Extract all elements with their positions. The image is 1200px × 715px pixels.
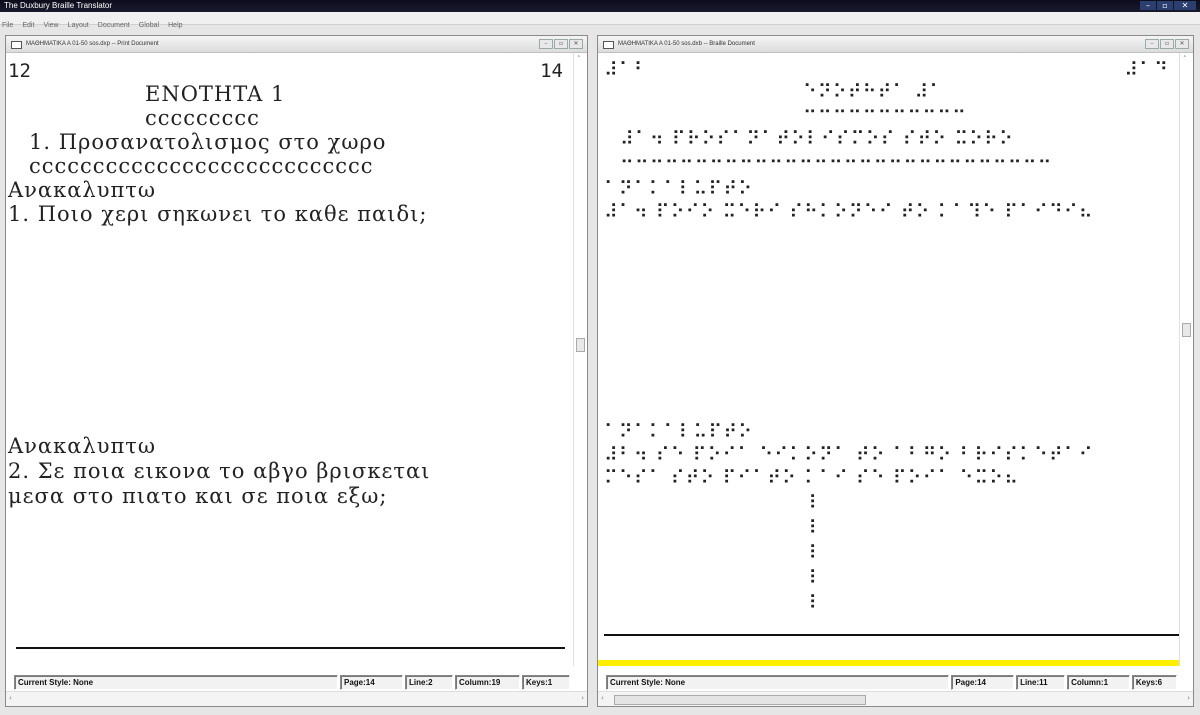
minimize-button[interactable]: – bbox=[1140, 1, 1156, 10]
scroll-up-arrow-icon[interactable]: ˄ bbox=[577, 55, 581, 63]
menu-view[interactable]: View bbox=[44, 22, 59, 29]
document-icon bbox=[11, 41, 22, 49]
menu-edit[interactable]: Edit bbox=[22, 22, 34, 29]
print-line-question-2b: μεσα στο πιατο και σε ποια εξω; bbox=[8, 484, 388, 508]
braille-document-controls: – ▫ ✕ bbox=[1145, 39, 1189, 49]
cursor-highlight-bar bbox=[598, 660, 1179, 666]
braille-line-heading-underline: ⠒⠒⠒⠒⠒⠒⠒⠒⠒⠒⠒ bbox=[803, 102, 968, 124]
menu-document[interactable]: Document bbox=[98, 22, 130, 29]
close-button[interactable]: ✕ bbox=[1174, 1, 1196, 10]
print-text-area[interactable]: 12 14 ENOTHTA 1 ccccccccc 1. Προσανατολι… bbox=[6, 53, 573, 666]
braille-page-number-left: ⠼⠁⠃ bbox=[604, 59, 649, 81]
braille-text-area[interactable]: ⠼⠁⠃ ⠼⠁⠙ ⠑⠝⠕⠞⠓⠞⠁ ⠼⠁ ⠒⠒⠒⠒⠒⠒⠒⠒⠒⠒⠒ ⠼⠁⠲ ⠏⠗⠕⠎⠁… bbox=[598, 53, 1179, 666]
print-document-title-bar[interactable]: MAΘHMATIKA A 01-50 sos.dxp -- Print Docu… bbox=[6, 36, 587, 53]
braille-document-window: MAΘHMATIKA A 01-50 sos.dxb -- Braille Do… bbox=[597, 35, 1194, 707]
braille-line-subheading-1: ⠁⠝⠁⠅⠁⠇⠥⠏⠞⠕ bbox=[604, 178, 754, 200]
braille-page-number-right: ⠼⠁⠙ bbox=[1124, 59, 1169, 81]
braille-line-section-underline: ⠒⠒⠒⠒⠒⠒⠒⠒⠒⠒⠒⠒⠒⠒⠒⠒⠒⠒⠒⠒⠒⠒⠒⠒⠒⠒⠒⠒⠒ bbox=[620, 152, 1053, 174]
scroll-thumb[interactable] bbox=[576, 338, 585, 352]
app-title-bar: The Duxbury Braille Translator – ▫ ✕ bbox=[0, 0, 1200, 12]
doc-minimize-button[interactable]: – bbox=[539, 39, 553, 49]
print-status-bar: Current Style: None Page:14 Line:2 Colum… bbox=[14, 674, 571, 690]
braille-document-title: MAΘHMATIKA A 01-50 sos.dxb -- Braille Do… bbox=[618, 41, 755, 47]
menu-bar: File Edit View Layout Document Global He… bbox=[0, 12, 1200, 29]
print-line-section-underline: ccccccccccccccccccccccccccc bbox=[29, 154, 374, 178]
braille-status-bar: Current Style: None Page:14 Line:11 Colu… bbox=[606, 674, 1178, 690]
print-line-subheading-2: Ανακαλυπτω bbox=[8, 434, 157, 458]
print-page-number-left: 12 bbox=[8, 60, 31, 82]
doc-restore-button[interactable]: ▫ bbox=[554, 39, 568, 49]
braille-line-question-2b: ⠍⠑⠎⠁ ⠎⠞⠕ ⠏⠊⠁⠞⠕ ⠅⠁⠊ ⠎⠑ ⠏⠕⠊⠁ ⠑⠭⠕⠦ bbox=[604, 467, 1020, 489]
status-page: Page:14 bbox=[340, 674, 403, 690]
app-title: The Duxbury Braille Translator bbox=[4, 1, 113, 10]
doc-restore-button[interactable]: ▫ bbox=[1160, 39, 1174, 49]
page-break-line bbox=[16, 647, 565, 649]
braille-line-question-1: ⠼⠁⠲ ⠏⠕⠊⠕ ⠭⠑⠗⠊ ⠎⠓⠅⠕⠝⠑⠊ ⠞⠕ ⠅⠁⠹⠑ ⠏⠁⠊⠙⠊⠦ bbox=[604, 201, 1094, 223]
scroll-up-arrow-icon[interactable]: ˄ bbox=[1183, 55, 1187, 63]
print-vertical-scrollbar[interactable]: ˄ bbox=[573, 53, 587, 666]
scroll-right-arrow-icon[interactable]: › bbox=[581, 694, 584, 702]
status-line: Line:2 bbox=[405, 674, 453, 690]
doc-minimize-button[interactable]: – bbox=[1145, 39, 1159, 49]
print-line-subheading-1: Ανακαλυπτω bbox=[8, 178, 157, 202]
print-document-controls: – ▫ ✕ bbox=[539, 39, 583, 49]
scroll-thumb[interactable] bbox=[614, 695, 866, 705]
window-controls: – ▫ ✕ bbox=[1140, 1, 1196, 10]
braille-document-title-bar[interactable]: MAΘHMATIKA A 01-50 sos.dxb -- Braille Do… bbox=[598, 36, 1193, 53]
braille-line-blank-4: ⠸ bbox=[803, 567, 818, 589]
status-keys: Keys:1 bbox=[522, 674, 570, 690]
print-line-heading: ENOTHTA 1 bbox=[145, 82, 286, 106]
document-icon bbox=[603, 41, 614, 49]
scroll-right-arrow-icon[interactable]: › bbox=[1187, 694, 1190, 702]
status-page: Page:14 bbox=[951, 674, 1015, 690]
braille-line-question-2a: ⠼⠃⠲ ⠎⠑ ⠏⠕⠊⠁ ⠑⠊⠅⠕⠝⠁ ⠞⠕ ⠁⠃⠛⠕ ⠃⠗⠊⠎⠅⠑⠞⠁⠊ bbox=[604, 444, 1094, 466]
scroll-thumb[interactable] bbox=[1182, 323, 1191, 337]
print-line-question-2a: 2. Σε ποια εικονα το αβγο βρισκεται bbox=[8, 459, 431, 483]
menu-file[interactable]: File bbox=[2, 22, 13, 29]
scroll-left-arrow-icon[interactable]: ‹ bbox=[9, 694, 12, 702]
braille-line-heading: ⠑⠝⠕⠞⠓⠞⠁ ⠼⠁ bbox=[803, 81, 945, 103]
status-column: Column:1 bbox=[1067, 674, 1130, 690]
status-line: Line:11 bbox=[1016, 674, 1066, 690]
braille-line-blank-2: ⠸ bbox=[803, 517, 818, 539]
doc-close-button[interactable]: ✕ bbox=[1175, 39, 1189, 49]
menu-help[interactable]: Help bbox=[168, 22, 182, 29]
braille-vertical-scrollbar[interactable]: ˄ bbox=[1179, 53, 1193, 666]
status-column: Column:19 bbox=[455, 674, 520, 690]
braille-line-blank-3: ⠸ bbox=[803, 542, 818, 564]
page-break-line bbox=[604, 634, 1179, 636]
braille-line-subheading-2: ⠁⠝⠁⠅⠁⠇⠥⠏⠞⠕ bbox=[604, 421, 754, 443]
maximize-button[interactable]: ▫ bbox=[1157, 1, 1173, 10]
braille-line-section-title: ⠼⠁⠲ ⠏⠗⠕⠎⠁⠝⠁⠞⠕⠇⠊⠎⠍⠕⠎ ⠎⠞⠕ ⠭⠕⠗⠕ bbox=[620, 128, 1015, 150]
braille-line-blank-5: ⠸ bbox=[803, 592, 818, 614]
print-line-question-1: 1. Ποιο χερι σηκωνει το καθε παιδι; bbox=[8, 202, 428, 226]
doc-close-button[interactable]: ✕ bbox=[569, 39, 583, 49]
status-keys: Keys:6 bbox=[1131, 674, 1178, 690]
status-current-style: Current Style: None bbox=[606, 674, 950, 690]
print-document-title: MAΘHMATIKA A 01-50 sos.dxp -- Print Docu… bbox=[26, 41, 159, 47]
print-horizontal-scrollbar[interactable]: ‹ › bbox=[6, 691, 587, 706]
menu-layout[interactable]: Layout bbox=[68, 22, 89, 29]
menu-global[interactable]: Global bbox=[139, 22, 159, 29]
print-document-window: MAΘHMATIKA A 01-50 sos.dxp -- Print Docu… bbox=[5, 35, 588, 707]
status-current-style: Current Style: None bbox=[14, 674, 338, 690]
scroll-left-arrow-icon[interactable]: ‹ bbox=[601, 694, 604, 702]
print-line-heading-underline: ccccccccc bbox=[145, 106, 260, 130]
print-page-number-right: 14 bbox=[540, 60, 563, 82]
print-line-section-title: 1. Προσανατολισμος στο χωρο bbox=[29, 130, 387, 154]
braille-line-blank-1: ⠸ bbox=[803, 492, 818, 514]
braille-horizontal-scrollbar[interactable]: ‹ › bbox=[598, 691, 1193, 706]
